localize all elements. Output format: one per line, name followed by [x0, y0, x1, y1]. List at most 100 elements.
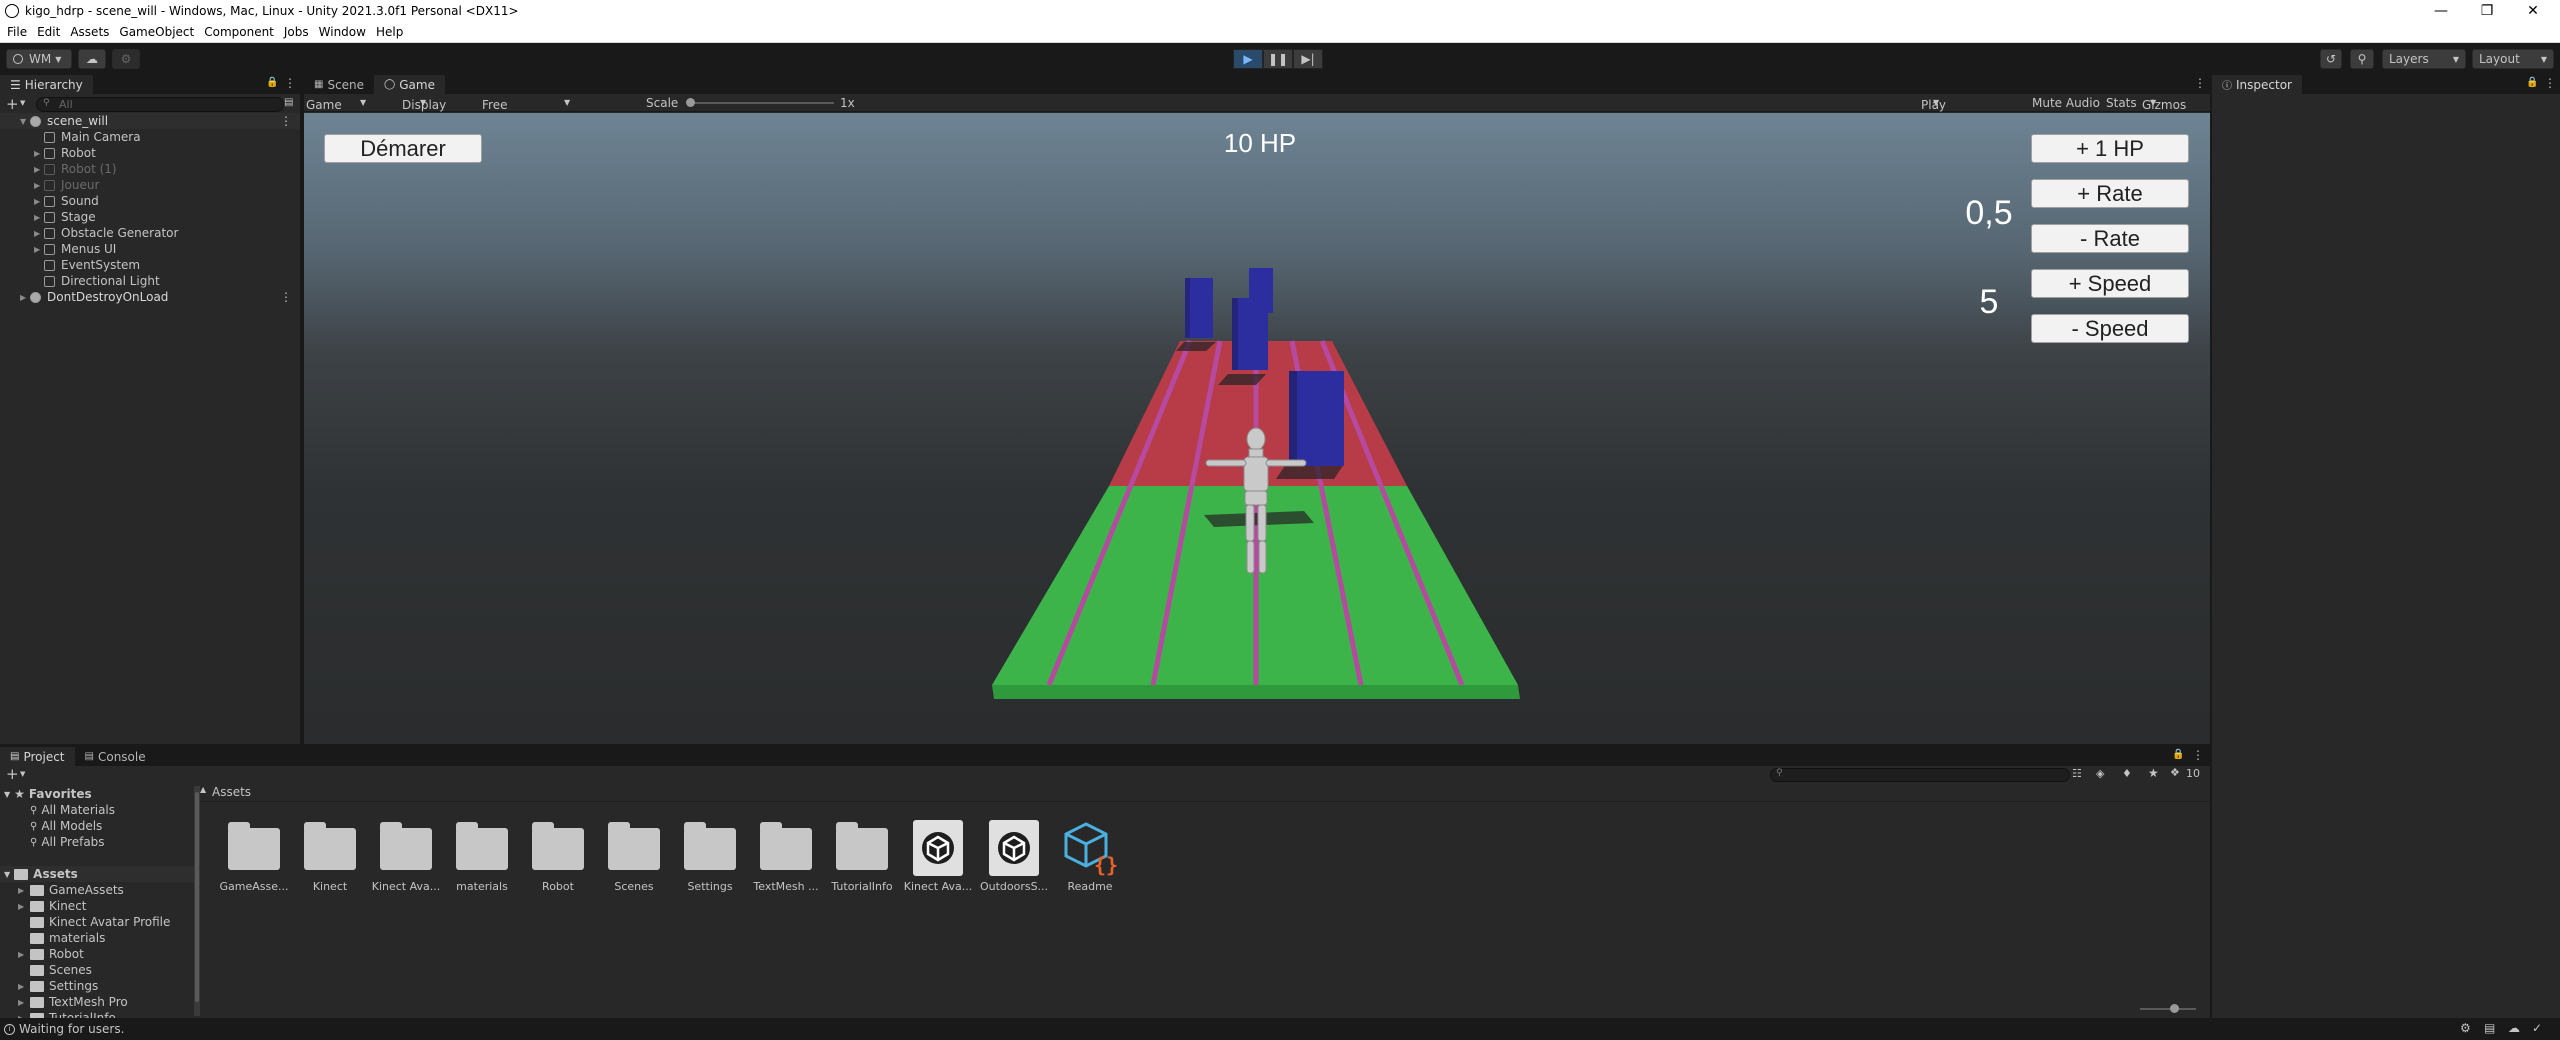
asset-item[interactable]: Kinect Ava... [902, 820, 974, 900]
expand-arrow-icon[interactable]: ▶ [34, 197, 44, 206]
close-icon[interactable]: ✕ [2510, 0, 2556, 22]
expand-arrow-icon[interactable]: ▶ [34, 181, 44, 190]
hierarchy-empty-area[interactable] [0, 248, 300, 548]
lock-icon[interactable]: 🔒 [266, 77, 278, 88]
kebab-menu-icon[interactable]: ⋮ [2192, 748, 2204, 762]
hierarchy-item[interactable]: ▶ Obstacle Generator [0, 225, 300, 241]
stats-toggle[interactable]: Stats [2106, 96, 2137, 110]
tab-game[interactable]: ◯ Game [374, 75, 445, 94]
icon-size-slider-thumb[interactable] [2170, 1004, 2179, 1013]
asset-item[interactable]: Settings [674, 820, 746, 900]
minimize-icon[interactable]: — [2418, 0, 2464, 22]
assets-tree-item[interactable]: ▶ Kinect [18, 898, 87, 914]
search-button[interactable]: ⚲ [2350, 49, 2374, 69]
lock-icon[interactable]: 🔒 [2172, 749, 2184, 760]
favorite-item[interactable]: ⚲ All Materials [30, 802, 115, 818]
layers-dropdown[interactable]: Layers ▼ [2382, 49, 2466, 69]
assets-tree-item[interactable]: ▶ Robot [18, 946, 84, 962]
menu-jobs[interactable]: Jobs [284, 25, 309, 39]
game-canvas[interactable]: Démarer 10 HP 0,5 5 + 1 HP + Rate - Rate… [304, 113, 2210, 744]
tab-inspector[interactable]: ⓘ Inspector [2212, 75, 2302, 94]
assets-tree-item[interactable]: ▶ TextMesh Pro [18, 994, 128, 1010]
breadcrumb-assets[interactable]: Assets [212, 785, 251, 799]
start-button[interactable]: Démarer [324, 134, 482, 163]
search-by-type-icon[interactable]: ☷ [2072, 767, 2082, 780]
hierarchy-item[interactable]: ▶ Robot [0, 145, 300, 161]
expand-arrow-icon[interactable]: ▶ [18, 982, 30, 991]
assets-tree-item[interactable]: materials [18, 930, 105, 946]
favorites-header[interactable]: ▼ ★ Favorites [4, 786, 92, 802]
assets-header[interactable]: ▼ Assets [0, 866, 196, 882]
add-hp-button[interactable]: + 1 HP [2031, 134, 2189, 163]
pause-button[interactable]: ❚❚ [1263, 49, 1293, 69]
search-by-label-icon[interactable]: ◈ [2096, 767, 2104, 780]
expand-arrow-icon[interactable]: ▶ [34, 213, 44, 222]
hierarchy-search-input[interactable]: ⚲ All [36, 97, 284, 112]
asset-item[interactable]: GameAsse... [218, 820, 290, 900]
asset-item[interactable]: Kinect [294, 820, 366, 900]
expand-arrow-icon[interactable]: ▶ [18, 998, 30, 1007]
expand-arrow-icon[interactable]: ▶ [18, 886, 30, 895]
scale-slider[interactable] [686, 98, 834, 107]
menu-file[interactable]: File [7, 25, 27, 39]
filter-icon[interactable]: ▤ [284, 97, 293, 108]
asset-item[interactable]: Kinect Ava... [370, 820, 442, 900]
add-icon[interactable]: + [6, 765, 19, 783]
asset-item[interactable]: OutdoorsS... [978, 820, 1050, 900]
debug-icon[interactable]: ⚙ [2460, 1021, 2471, 1035]
assets-tree-item[interactable]: Scenes [18, 962, 92, 978]
favorite-item[interactable]: ⚲ All Prefabs [30, 834, 105, 850]
expand-arrow-icon[interactable]: ▶ [18, 902, 30, 911]
tree-scrollbar[interactable] [194, 786, 200, 1016]
account-dropdown[interactable]: WM ▼ [6, 49, 72, 69]
menu-window[interactable]: Window [319, 25, 366, 39]
menu-gameobject[interactable]: GameObject [119, 25, 194, 39]
expand-arrow-icon[interactable]: ▶ [18, 950, 30, 959]
kebab-menu-icon[interactable]: ⋮ [280, 114, 292, 128]
decrease-rate-button[interactable]: - Rate [2031, 224, 2189, 253]
kebab-menu-icon[interactable]: ⋮ [2194, 76, 2206, 90]
tab-console[interactable]: ▤ Console [75, 747, 156, 766]
mute-audio-toggle[interactable]: Mute Audio [2032, 96, 2100, 110]
expand-arrow-icon[interactable]: ▼ [20, 117, 30, 126]
expand-arrow-icon[interactable]: ▶ [34, 165, 44, 174]
hidden-packages-icon[interactable]: ❖ [2170, 766, 2180, 779]
expand-arrow-icon[interactable]: ▶ [34, 229, 44, 238]
increase-rate-button[interactable]: + Rate [2031, 179, 2189, 208]
menu-help[interactable]: Help [376, 25, 403, 39]
scale-slider-thumb[interactable] [686, 98, 695, 107]
decrease-speed-button[interactable]: - Speed [2031, 314, 2189, 343]
tab-hierarchy[interactable]: ☰ Hierarchy [0, 75, 93, 94]
increase-speed-button[interactable]: + Speed [2031, 269, 2189, 298]
hierarchy-item[interactable]: ▶ Joueur [0, 177, 300, 193]
tab-scene[interactable]: ▦ Scene [304, 75, 374, 94]
chevron-down-icon[interactable]: ▼ [20, 99, 25, 107]
kebab-menu-icon[interactable]: ⋮ [2544, 76, 2556, 90]
menu-assets[interactable]: Assets [70, 25, 109, 39]
hierarchy-item[interactable]: Main Camera [0, 129, 300, 145]
star-icon[interactable]: ★ [2148, 766, 2159, 780]
tab-project[interactable]: ▤ Project [0, 747, 75, 766]
layout-dropdown[interactable]: Layout ▼ [2472, 49, 2554, 69]
expand-arrow-icon[interactable]: ▶ [34, 149, 44, 158]
hierarchy-item[interactable]: ▶ Sound [0, 193, 300, 209]
play-button[interactable]: ▶ [1233, 49, 1263, 69]
chevron-down-icon[interactable]: ▼ [20, 770, 25, 778]
project-search-input[interactable]: ⚲ [1770, 768, 2070, 782]
icon-size-slider[interactable] [2140, 1004, 2196, 1013]
asset-item[interactable]: Scenes [598, 820, 670, 900]
assets-tree-item[interactable]: ▶ Settings [18, 978, 98, 994]
add-icon[interactable]: + [6, 95, 19, 113]
tag-icon[interactable]: ♦ [2122, 767, 2132, 780]
asset-item[interactable]: TextMesh ... [750, 820, 822, 900]
lock-icon[interactable]: 🔒 [2526, 77, 2538, 88]
history-button[interactable]: ↺ [2320, 49, 2342, 69]
hierarchy-item[interactable]: ▶ Robot (1) [0, 161, 300, 177]
asset-item[interactable]: {} Readme [1054, 820, 1126, 900]
asset-item[interactable]: TutorialInfo [826, 820, 898, 900]
cloud-button[interactable]: ☁ [78, 49, 106, 69]
assets-tree-item[interactable]: Kinect Avatar Profile [18, 914, 170, 930]
hierarchy-item[interactable]: ▼ scene_will ⋮ [0, 113, 300, 129]
asset-item[interactable]: Robot [522, 820, 594, 900]
kebab-menu-icon[interactable]: ⋮ [284, 76, 296, 90]
